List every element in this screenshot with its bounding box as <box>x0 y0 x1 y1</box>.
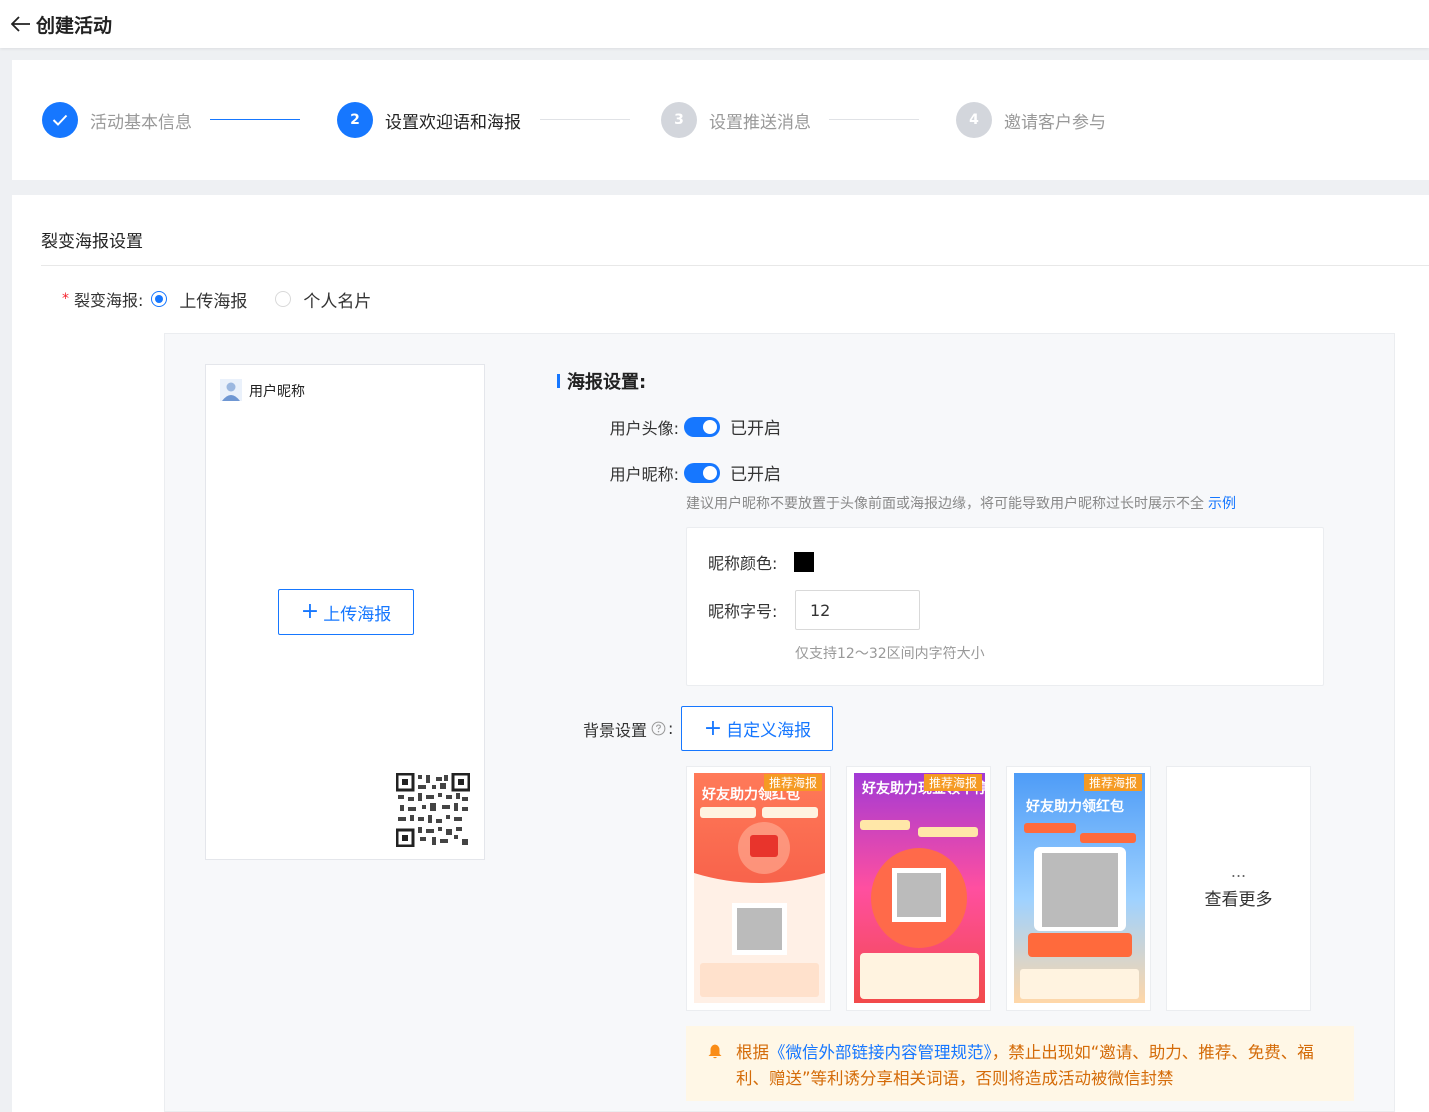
example-link[interactable]: 示例 <box>1208 496 1236 512</box>
required-mark: * <box>62 291 69 307</box>
warning-notice: 根据《微信外部链接内容管理规范》，禁止出现如“邀请、助力、推荐、免费、福利、赠送… <box>686 1026 1354 1101</box>
nick-size-row: 昵称字号: <box>708 590 920 630</box>
template-card[interactable]: 好友助力领红包 推荐海报 <box>1006 766 1151 1011</box>
back-arrow-icon[interactable] <box>10 13 32 35</box>
poster-template-image: 好友助力领红包 <box>694 773 825 1003</box>
qr-code-icon <box>396 773 470 847</box>
radio-business-card-label: 个人名片 <box>303 291 372 312</box>
step-connector <box>829 119 919 120</box>
step-1-label: 活动基本信息 <box>90 112 192 133</box>
steps-bar: 活动基本信息 2 设置欢迎语和海报 3 设置推送消息 4 邀请客户参与 <box>12 60 1429 180</box>
poster-type-label: 裂变海报: <box>74 291 144 310</box>
radio-business-card[interactable]: 个人名片 <box>275 287 371 312</box>
warning-text: 根据《微信外部链接内容管理规范》，禁止出现如“邀请、助力、推荐、免费、福利、赠送… <box>736 1040 1326 1101</box>
radio-upload-poster[interactable]: 上传海报 <box>151 287 247 312</box>
avatar-label: 用户头像: <box>609 418 679 438</box>
warning-prefix: 根据 <box>736 1043 769 1062</box>
nickname-toggle[interactable] <box>684 462 720 483</box>
main-card: 裂变海报设置 * 裂变海报: 上传海报 个人名片 用户昵称 + 上传海报 海报设… <box>12 195 1429 1112</box>
template-card[interactable]: 好友助力现金领不停 推荐海报 <box>846 766 991 1011</box>
nickname-toggle-row: 用户昵称: 已开启 <box>603 460 781 485</box>
nick-size-input[interactable] <box>795 590 920 630</box>
upload-poster-label: 上传海报 <box>323 604 392 625</box>
poster-template-image: 好友助力现金领不停 <box>854 773 985 1003</box>
regulation-link[interactable]: 《微信外部链接内容管理规范》 <box>769 1043 992 1062</box>
nickname-tip-text: 建议用户昵称不要放置于头像前面或海报边缘，将可能导致用户昵称过长时展示不全 <box>686 496 1204 512</box>
top-bar: 创建活动 <box>0 0 1429 48</box>
section-divider <box>41 265 1429 266</box>
nickname-style-box: 昵称颜色: 昵称字号: 仅支持12～32区间内字符大小 <box>686 527 1324 686</box>
view-more-label: 查看更多 <box>1204 890 1273 910</box>
page-title: 创建活动 <box>36 14 113 37</box>
nick-size-hint: 仅支持12～32区间内字符大小 <box>795 646 985 662</box>
poster-config-area: 用户昵称 + 上传海报 海报设置: 用户头像: 已开启 用户昵称: 已开启 建议… <box>164 333 1395 1112</box>
preview-nickname: 用户昵称 <box>249 384 305 400</box>
custom-poster-label: 自定义海报 <box>726 721 812 741</box>
nickname-tip: 建议用户昵称不要放置于头像前面或海报边缘，将可能导致用户昵称过长时展示不全 示例 <box>686 493 1236 513</box>
background-row: 背景设置 : + 自定义海报 <box>583 706 834 751</box>
bell-icon <box>708 1043 722 1059</box>
step-2: 2 设置欢迎语和海报 <box>337 102 521 138</box>
upload-poster-button[interactable]: + 上传海报 <box>278 589 414 635</box>
radio-unchecked-icon[interactable] <box>275 291 292 307</box>
nickname-label: 用户昵称: <box>609 464 679 484</box>
nick-size-label: 昵称字号: <box>708 602 778 621</box>
step-2-number: 2 <box>337 102 373 138</box>
template-card[interactable]: 好友助力领红包 推荐海报 <box>686 766 831 1011</box>
background-colon: : <box>668 719 674 738</box>
recommend-tag: 推荐海报 <box>1084 774 1142 791</box>
view-more-templates[interactable]: ... 查看更多 <box>1166 766 1311 1011</box>
poster-template-image: 好友助力领红包 <box>1014 773 1145 1003</box>
radio-checked-icon[interactable] <box>151 291 168 307</box>
user-avatar-icon <box>220 379 242 401</box>
step-connector <box>210 119 300 120</box>
step-1: 活动基本信息 <box>42 102 192 138</box>
heading-accent <box>557 374 560 388</box>
step-4-label: 邀请客户参与 <box>1004 112 1106 133</box>
avatar-toggle[interactable] <box>684 416 720 437</box>
section-title: 裂变海报设置 <box>41 232 143 252</box>
step-3-number: 3 <box>661 102 697 138</box>
plus-icon: + <box>300 599 320 624</box>
settings-title: 海报设置: <box>567 372 647 393</box>
poster-preview: 用户昵称 + 上传海报 <box>205 364 485 860</box>
question-circle-icon[interactable] <box>651 721 666 736</box>
more-dots: ... <box>1230 862 1247 881</box>
avatar-status: 已开启 <box>730 419 781 439</box>
check-icon <box>42 102 78 138</box>
radio-upload-poster-label: 上传海报 <box>179 291 248 312</box>
settings-heading: 海报设置: <box>557 368 646 394</box>
nickname-status: 已开启 <box>730 465 781 485</box>
step-connector <box>540 119 630 120</box>
poster-type-field: * 裂变海报: 上传海报 个人名片 <box>62 287 399 312</box>
step-3-label: 设置推送消息 <box>709 112 811 133</box>
custom-poster-button[interactable]: + 自定义海报 <box>681 706 834 751</box>
recommend-tag: 推荐海报 <box>924 774 982 791</box>
recommend-tag: 推荐海报 <box>764 774 822 791</box>
template-headline: 好友助力领红包 <box>1025 798 1124 815</box>
color-picker[interactable] <box>794 552 814 572</box>
avatar-toggle-row: 用户头像: 已开启 <box>603 414 781 439</box>
step-4: 4 邀请客户参与 <box>956 102 1106 138</box>
step-3: 3 设置推送消息 <box>661 102 811 138</box>
step-4-number: 4 <box>956 102 992 138</box>
step-2-label: 设置欢迎语和海报 <box>385 112 521 133</box>
plus-icon: + <box>703 715 723 741</box>
nick-color-row: 昵称颜色: <box>708 550 814 574</box>
nick-color-label: 昵称颜色: <box>708 554 778 573</box>
background-label: 背景设置 <box>583 720 648 740</box>
